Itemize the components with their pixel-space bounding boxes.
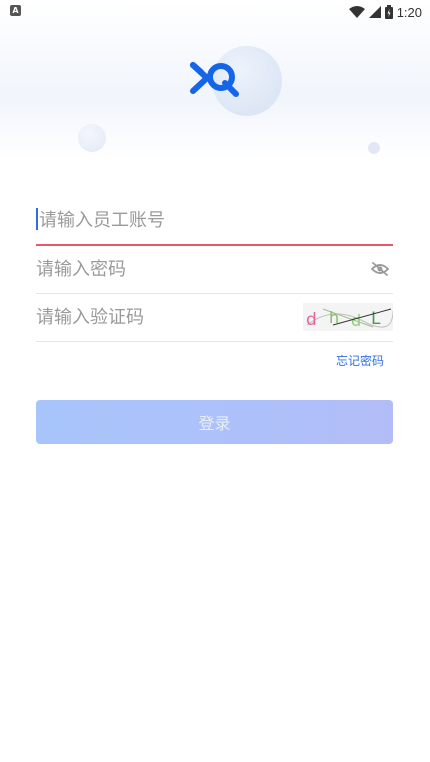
header-background xyxy=(0,0,430,160)
status-bar: A 1:20 xyxy=(0,0,430,24)
eye-off-icon[interactable] xyxy=(371,261,389,277)
forgot-password-link[interactable]: 忘记密码 xyxy=(300,352,384,369)
captcha-input[interactable] xyxy=(36,293,336,341)
signal-icon xyxy=(368,6,381,18)
password-field xyxy=(36,245,393,294)
captcha-char: d xyxy=(351,311,361,330)
login-button[interactable]: 登录 xyxy=(36,400,393,444)
captcha-image[interactable]: d h d L xyxy=(303,303,393,331)
captcha-char: d xyxy=(306,310,317,330)
wifi-icon xyxy=(348,6,365,18)
password-input[interactable] xyxy=(36,245,336,293)
captcha-field: d h d L xyxy=(36,293,393,342)
battery-icon xyxy=(384,5,393,19)
account-input[interactable] xyxy=(36,196,339,244)
account-field xyxy=(36,196,393,246)
decorative-bubble xyxy=(78,124,106,152)
clock: 1:20 xyxy=(396,4,422,20)
app-logo xyxy=(190,62,239,97)
notification-icon: A xyxy=(10,5,21,16)
decorative-bubble xyxy=(368,142,380,154)
